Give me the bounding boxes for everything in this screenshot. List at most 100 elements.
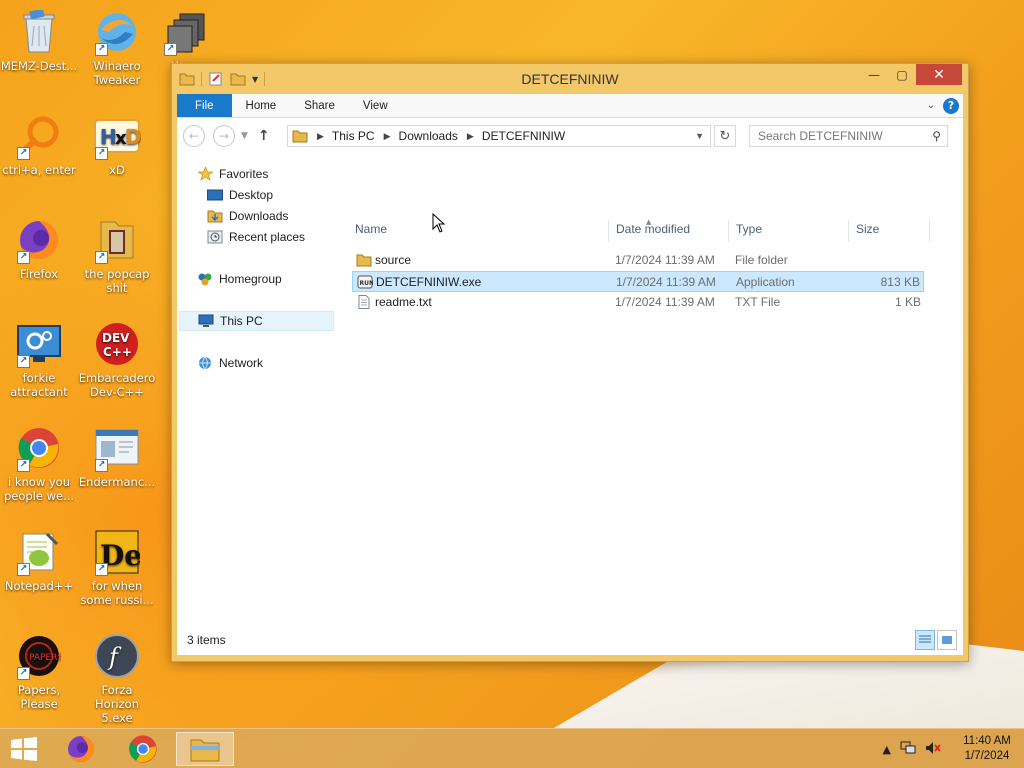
expand-ribbon-icon[interactable]: ⌄ xyxy=(927,100,935,111)
desktop-icon-label: the popcap shit xyxy=(84,267,150,295)
nav-favorites[interactable]: Favorites xyxy=(197,164,268,184)
column-header-date[interactable]: Date modified xyxy=(616,222,690,240)
ribbon-right-controls: ⌄ ? xyxy=(927,94,963,117)
firefox-icon: ↗ xyxy=(15,216,63,264)
window-icon: ↗ xyxy=(93,424,141,472)
tab-view[interactable]: View xyxy=(349,94,402,117)
hxd-icon: HxD ↗ xyxy=(93,112,141,160)
desktop-icon-label: i know you people we... xyxy=(3,475,75,503)
show-hidden-icons-icon[interactable]: ▲ xyxy=(883,743,891,756)
folder-icon xyxy=(292,130,308,143)
column-divider[interactable] xyxy=(848,220,849,242)
refresh-button[interactable]: ↻ xyxy=(714,125,736,147)
help-button[interactable]: ? xyxy=(943,97,959,114)
nav-label: Desktop xyxy=(229,188,274,202)
folder-icon: ↗ xyxy=(93,216,141,264)
desktop-icon-enderman[interactable]: ↗ Endermanc... xyxy=(78,424,156,489)
address-bar[interactable]: ▶ This PC ▶ Downloads ▶ DETCEFNINIW ▼ xyxy=(287,125,711,147)
maximize-button[interactable]: ▢ xyxy=(888,64,916,85)
tab-file[interactable]: File xyxy=(177,94,232,117)
clock[interactable]: 11:40 AM 1/7/2024 xyxy=(950,734,1024,764)
window-controls: — ▢ ✕ xyxy=(860,64,962,85)
back-button[interactable]: ← xyxy=(183,125,205,147)
desktop-icon-devcpp[interactable]: DEV C++ Embarcadero Dev-C++ xyxy=(78,320,156,399)
nav-label: Favorites xyxy=(219,167,269,181)
stack-icon: ↗ xyxy=(162,8,210,56)
column-header-type[interactable]: Type xyxy=(736,222,762,240)
winaero-icon: ↗ xyxy=(93,8,141,56)
desktop-icon-label: Forza Horizon 5.exe xyxy=(95,683,139,725)
taskbar-firefox[interactable] xyxy=(52,732,110,766)
file-row-selected[interactable]: RUN DETCEFNINIW.exe 1/7/2024 11:39 AM Ap… xyxy=(352,271,924,292)
up-button[interactable]: ↑ xyxy=(258,128,270,144)
start-button[interactable] xyxy=(10,737,38,761)
file-name: source xyxy=(375,253,412,267)
desktop-icon-chrome[interactable]: ↗ i know you people we... xyxy=(0,424,78,503)
nav-label: Network xyxy=(219,356,264,370)
file-name: readme.txt xyxy=(375,295,432,309)
column-header-name[interactable]: Name xyxy=(355,222,387,240)
column-divider[interactable] xyxy=(608,220,609,242)
shortcut-arrow-icon: ↗ xyxy=(95,563,108,576)
chrome-icon: ↗ xyxy=(15,424,63,472)
tab-share[interactable]: Share xyxy=(290,94,349,117)
volume-muted-icon[interactable] xyxy=(925,741,941,758)
taskbar-chrome[interactable] xyxy=(114,732,172,766)
breadcrumb-downloads[interactable]: Downloads xyxy=(399,129,458,143)
desktop-icon-label: MEMZ-Dest... xyxy=(0,59,78,73)
breadcrumb-current[interactable]: DETCEFNINIW xyxy=(482,129,565,143)
nav-this-pc[interactable]: This PC xyxy=(179,311,334,331)
breadcrumb-this-pc[interactable]: This PC xyxy=(332,129,375,143)
desktop-icon-ctrl-a[interactable]: ↗ ctrl+a, enter xyxy=(0,112,78,177)
nav-desktop[interactable]: Desktop xyxy=(207,185,273,205)
column-divider[interactable] xyxy=(728,220,729,242)
minimize-button[interactable]: — xyxy=(860,64,888,85)
nav-network[interactable]: Network xyxy=(197,353,263,373)
forward-button[interactable]: → xyxy=(213,125,235,147)
tab-home[interactable]: Home xyxy=(232,94,291,117)
desktop-icon-firefox[interactable]: ↗ Firefox xyxy=(0,216,78,281)
file-row[interactable]: source 1/7/2024 11:39 AM File folder xyxy=(352,250,924,271)
title-bar[interactable]: ▼ DETCEFNINIW — ▢ ✕ xyxy=(172,64,968,94)
chevron-right-icon[interactable]: ▶ xyxy=(317,131,324,142)
column-header-size[interactable]: Size xyxy=(856,222,879,240)
nav-label: Homegroup xyxy=(219,272,282,286)
papers-please-icon: PAPERS ↗ xyxy=(15,632,63,680)
nav-recent-places[interactable]: Recent places xyxy=(207,227,305,247)
chevron-down-icon[interactable]: ▼ xyxy=(695,131,704,141)
chevron-right-icon[interactable]: ▶ xyxy=(384,131,391,142)
search-input[interactable]: Search DETCEFNINIW ⚲ xyxy=(749,125,948,147)
nav-homegroup[interactable]: Homegroup xyxy=(197,269,282,289)
system-tray: ▲ 11:40 AM 1/7/2024 xyxy=(883,729,1024,768)
folder-icon xyxy=(356,254,372,267)
desktop-icon-winaero[interactable]: ↗ Winaero Tweaker xyxy=(78,8,156,87)
homegroup-icon xyxy=(197,272,213,286)
explorer-window[interactable]: ▼ DETCEFNINIW — ▢ ✕ File Home Share View… xyxy=(171,63,969,662)
desktop-icon-notepadpp[interactable]: ↗ Notepad++ xyxy=(0,528,78,593)
recent-locations-icon[interactable]: ▼ xyxy=(241,131,248,141)
network-tray-icon[interactable] xyxy=(900,741,916,758)
desktop-icon-forza[interactable]: f Forza Horizon 5.exe xyxy=(78,632,156,725)
details-view-button[interactable] xyxy=(915,630,935,650)
recent-places-icon xyxy=(207,230,223,244)
desktop-icon-label: ctrl+a, enter xyxy=(2,163,76,177)
shortcut-arrow-icon: ↗ xyxy=(95,43,108,56)
chevron-right-icon[interactable]: ▶ xyxy=(467,131,474,142)
large-icons-view-button[interactable] xyxy=(937,630,957,650)
desktop-icon-forkie[interactable]: ↗ forkie attractant xyxy=(0,320,78,399)
file-date: 1/7/2024 11:39 AM xyxy=(616,275,716,289)
shortcut-arrow-icon: ↗ xyxy=(95,147,108,160)
file-type: File folder xyxy=(735,253,788,267)
column-divider[interactable] xyxy=(929,220,930,242)
desktop-icon-memz[interactable]: MEMZ-Dest... xyxy=(0,8,78,73)
firefox-icon xyxy=(68,736,95,762)
desktop-icon-papers-please[interactable]: PAPERS ↗ Papers, Please xyxy=(0,632,78,711)
taskbar-file-explorer[interactable] xyxy=(176,732,234,766)
close-button[interactable]: ✕ xyxy=(916,64,962,85)
desktop-icon-xd[interactable]: HxD ↗ xD xyxy=(78,112,156,177)
nav-downloads[interactable]: Downloads xyxy=(207,206,288,226)
desktop-icon-popcap[interactable]: ↗ the popcap shit xyxy=(78,216,156,295)
desktop-icon-de[interactable]: De ↗ for when some russi... xyxy=(78,528,156,607)
file-row[interactable]: readme.txt 1/7/2024 11:39 AM TXT File 1 … xyxy=(352,292,924,313)
file-explorer-icon xyxy=(190,739,220,762)
